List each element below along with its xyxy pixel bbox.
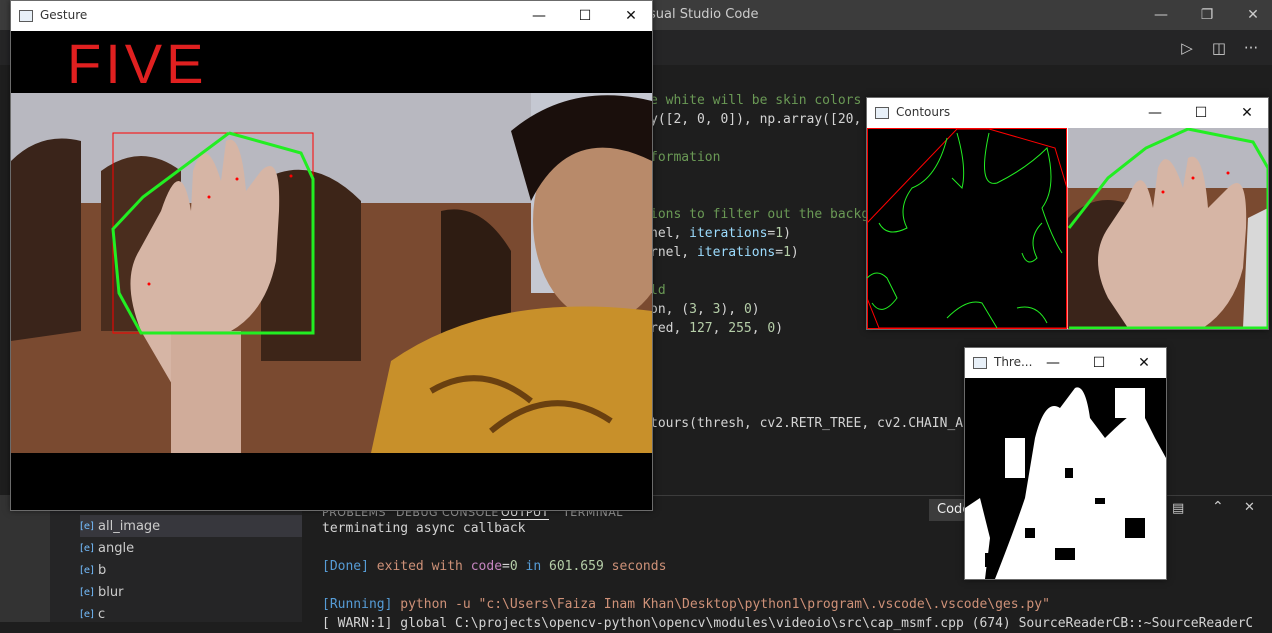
- variable-item[interactable]: [e] b: [80, 559, 302, 581]
- code-line: formation: [650, 148, 720, 167]
- threshold-canvas: [965, 378, 1166, 579]
- contours-canvas: [867, 128, 1268, 329]
- code-token: tours(thresh, cv2.RETR_TREE, cv2.CHAIN_A: [650, 416, 964, 431]
- contours-titlebar[interactable]: Contours — ☐ ✕: [867, 98, 1268, 128]
- variable-item[interactable]: [e] all_image: [80, 515, 302, 537]
- code-token: iterations: [689, 226, 768, 241]
- code-value: 0: [509, 559, 518, 574]
- seconds-unit: seconds: [603, 559, 667, 574]
- output-line: terminating async callback: [322, 521, 526, 536]
- restore-icon[interactable]: ❐: [1184, 0, 1230, 30]
- variable-name: blur: [98, 584, 124, 600]
- code-token: =: [775, 245, 784, 260]
- variable-icon: [e]: [80, 608, 94, 620]
- code-token: ): [775, 321, 784, 336]
- variables-panel: [e] all_image [e] angle [e] b [e] blur [e] c: [50, 495, 302, 622]
- split-editor-icon[interactable]: ◫: [1208, 37, 1230, 59]
- code-line: y([2, 0, 0]), np.array([20, 2: [650, 110, 877, 129]
- done-tag: [Done]: [322, 559, 369, 574]
- variable-icon: [e]: [80, 542, 94, 554]
- code-line: e white will be skin colors: [650, 91, 861, 110]
- done-text: exited with: [368, 559, 471, 574]
- chevron-up-icon[interactable]: ⌃: [1212, 499, 1224, 515]
- close-icon[interactable]: ✕: [1230, 0, 1272, 30]
- gesture-canvas: FIVE: [11, 31, 652, 510]
- code-line: rnel, iterations=1): [650, 243, 799, 262]
- contours-window[interactable]: Contours — ☐ ✕: [866, 97, 1269, 330]
- code-token: ,: [712, 321, 729, 336]
- variable-name: c: [98, 606, 106, 622]
- code-token: ): [783, 226, 791, 241]
- contours-title: Contours: [896, 105, 951, 119]
- code-keyword: code: [470, 559, 503, 574]
- variable-item[interactable]: [e] blur: [80, 581, 302, 603]
- close-icon[interactable]: ✕: [608, 1, 654, 31]
- code-token: red,: [650, 321, 690, 336]
- code-token: 1: [783, 245, 791, 260]
- output-done-line: [Done] exited with code=0 in 601.659 sec…: [322, 557, 666, 576]
- variable-icon: [e]: [80, 520, 94, 532]
- window-icon: [973, 357, 987, 369]
- window-icon: [19, 10, 33, 22]
- code-line: red, 127, 255, 0): [650, 319, 783, 338]
- variable-item[interactable]: [e] angle: [80, 537, 302, 559]
- minimize-icon[interactable]: —: [1138, 0, 1184, 30]
- code-token: ,: [751, 321, 768, 336]
- seconds-value: 601.659: [549, 559, 604, 574]
- minimize-icon[interactable]: —: [516, 1, 562, 31]
- code-token: ),: [720, 302, 744, 317]
- running-command: python -u "c:\Users\Faiza Inam Khan\Desk…: [392, 597, 1050, 612]
- code-token: 0: [743, 302, 752, 317]
- code-token: on, (: [650, 302, 690, 317]
- close-panel-icon[interactable]: ✕: [1244, 500, 1255, 515]
- variable-name: b: [98, 562, 107, 578]
- code-token: y([2, 0, 0]), np.array([20, 2: [650, 112, 877, 127]
- code-eq: =: [502, 559, 510, 574]
- thresh-titlebar[interactable]: Thre... — ☐ ✕: [965, 348, 1166, 378]
- code-line: ions to filter out the backg: [650, 205, 869, 224]
- output-warn-line: [ WARN:1] global C:\projects\opencv-pyth…: [322, 616, 1252, 631]
- close-icon[interactable]: ✕: [1122, 348, 1166, 378]
- run-icon[interactable]: ▷: [1176, 37, 1198, 59]
- vscode-title: sual Studio Code: [649, 7, 759, 22]
- running-tag: [Running]: [322, 597, 393, 612]
- code-token: rnel,: [650, 245, 697, 260]
- variable-name: all_image: [98, 518, 161, 534]
- code-line: tours(thresh, cv2.RETR_TREE, cv2.CHAIN_A: [650, 414, 963, 433]
- lock-output-icon[interactable]: ▤: [1172, 501, 1184, 516]
- code-token: ,: [696, 302, 713, 317]
- code-token: 1: [775, 226, 784, 241]
- code-token: e white will be skin colors: [650, 93, 862, 108]
- gesture-title: Gesture: [40, 8, 88, 22]
- maximize-icon[interactable]: ☐: [1076, 348, 1122, 378]
- more-actions-icon[interactable]: ···: [1240, 37, 1262, 59]
- gesture-titlebar[interactable]: Gesture — ☐ ✕: [11, 1, 652, 31]
- variable-icon: [e]: [80, 586, 94, 598]
- variable-name: angle: [98, 540, 135, 556]
- code-token: 3: [689, 302, 697, 317]
- code-token: 255: [728, 321, 752, 336]
- minimize-icon[interactable]: —: [1132, 98, 1178, 128]
- in-text: in: [517, 559, 549, 574]
- variable-icon: [e]: [80, 564, 94, 576]
- code-line: on, (3, 3), 0): [650, 300, 760, 319]
- output-running-line: [Running] python -u "c:\Users\Faiza Inam…: [322, 595, 1050, 614]
- thresh-window[interactable]: Thre... — ☐ ✕: [964, 347, 1167, 580]
- code-token: iterations: [696, 245, 776, 260]
- thresh-title: Thre...: [994, 355, 1033, 369]
- maximize-icon[interactable]: ☐: [562, 1, 608, 31]
- code-line: nel, iterations=1): [650, 224, 791, 243]
- code-token: formation: [650, 150, 721, 165]
- minimize-icon[interactable]: —: [1030, 348, 1076, 378]
- gesture-window[interactable]: Gesture — ☐ ✕ FIVE: [10, 0, 653, 511]
- code-token: 127: [689, 321, 713, 336]
- window-icon: [875, 107, 889, 119]
- code-token: ): [751, 302, 760, 317]
- close-icon[interactable]: ✕: [1224, 98, 1270, 128]
- code-token: ions to filter out the backg: [650, 207, 870, 222]
- code-token: ): [790, 245, 799, 260]
- gesture-label: FIVE: [67, 32, 207, 95]
- code-token: nel,: [650, 226, 690, 241]
- maximize-icon[interactable]: ☐: [1178, 98, 1224, 128]
